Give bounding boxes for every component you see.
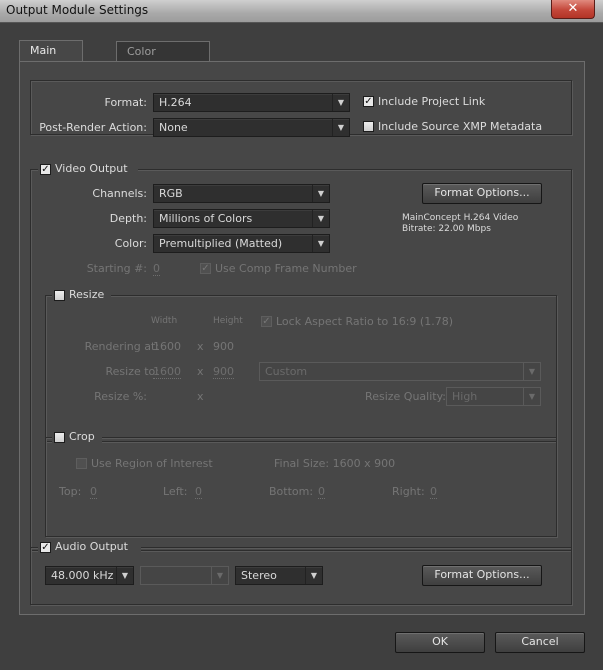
ok-button[interactable]: OK (395, 632, 485, 653)
resize-to-label: Resize to: (105, 365, 160, 378)
tab-color-management[interactable]: Color Management (116, 41, 211, 78)
starting-number-field[interactable]: 0 (153, 262, 160, 276)
bitrate-info: Bitrate: 22.00 Mbps (402, 224, 491, 234)
chevron-down-icon: ▼ (332, 94, 349, 111)
channels-dropdown[interactable]: RGB ▼ (153, 184, 330, 203)
close-button[interactable]: ✕ (551, 0, 595, 19)
resize-width-field[interactable]: 1600 (153, 365, 181, 379)
audio-bits-dropdown[interactable]: ▼ (140, 566, 229, 585)
channels-label: Channels: (92, 187, 147, 200)
video-output-checkbox[interactable]: ✓ (40, 164, 51, 175)
audio-rate-value: 48.000 kHz (51, 569, 114, 582)
post-render-label: Post-Render Action: (39, 121, 147, 134)
audio-output-legend: ✓ Audio Output (38, 540, 141, 554)
crop-legend: Crop (52, 430, 102, 444)
final-size-label: Final Size: 1600 x 900 (274, 457, 396, 470)
window-title: Output Module Settings (6, 3, 149, 17)
post-render-value: None (159, 121, 188, 134)
resize-percent-label: Resize %: (94, 390, 147, 403)
rendering-width: 1600 (153, 340, 181, 353)
chevron-down-icon: ▼ (116, 567, 133, 584)
resize-quality-dropdown[interactable]: High ▼ (446, 387, 541, 406)
crop-right-field[interactable]: 0 (430, 485, 437, 499)
rendering-at-label: Rendering at: (84, 340, 159, 353)
color-value: Premultiplied (Matted) (159, 237, 283, 250)
rendering-x: x (197, 340, 204, 353)
video-format-options-button[interactable]: Format Options... (422, 183, 542, 204)
format-label: Format: (104, 96, 147, 109)
crop-bottom-field[interactable]: 0 (318, 485, 325, 499)
color-label: Color: (114, 237, 147, 250)
cancel-button[interactable]: Cancel (495, 632, 585, 653)
width-column-header: Width (151, 316, 178, 326)
resize-quality-label: Resize Quality: (365, 390, 446, 403)
crop-top-label: Top: (59, 485, 82, 498)
depth-label: Depth: (109, 212, 147, 225)
resize-preset-dropdown[interactable]: Custom ▼ (259, 362, 541, 381)
include-project-link-label[interactable]: Include Project Link (378, 95, 485, 108)
chevron-down-icon: ▼ (305, 567, 322, 584)
chevron-down-icon: ▼ (211, 567, 228, 584)
chevron-down-icon: ▼ (312, 235, 329, 252)
resize-height-field[interactable]: 900 (213, 365, 234, 379)
use-comp-frame-label[interactable]: Use Comp Frame Number (215, 262, 357, 275)
resize-preset-value: Custom (265, 365, 308, 378)
use-roi-label[interactable]: Use Region of Interest (91, 457, 213, 470)
title-bar: Output Module Settings ✕ (0, 0, 603, 23)
audio-output-checkbox[interactable]: ✓ (40, 542, 51, 553)
chevron-down-icon: ▼ (523, 363, 540, 380)
codec-info: MainConcept H.264 Video (402, 213, 519, 223)
depth-dropdown[interactable]: Millions of Colors ▼ (153, 209, 330, 228)
crop-left-label: Left: (163, 485, 188, 498)
audio-channels-dropdown[interactable]: Stereo ▼ (235, 566, 323, 585)
height-column-header: Height (213, 316, 243, 326)
lock-aspect-label[interactable]: Lock Aspect Ratio to 16:9 (1.78) (276, 315, 453, 328)
use-roi-checkbox[interactable] (76, 458, 87, 469)
format-dropdown[interactable]: H.264 ▼ (153, 93, 350, 112)
use-comp-frame-checkbox[interactable]: ✓ (200, 263, 211, 274)
resize-checkbox[interactable] (54, 290, 65, 301)
chevron-down-icon: ▼ (523, 388, 540, 405)
audio-rate-dropdown[interactable]: 48.000 kHz ▼ (45, 566, 134, 585)
chevron-down-icon: ▼ (312, 185, 329, 202)
resize-label[interactable]: Resize (69, 288, 104, 301)
audio-format-options-button[interactable]: Format Options... (422, 565, 542, 586)
chevron-down-icon: ▼ (312, 210, 329, 227)
depth-value: Millions of Colors (159, 212, 253, 225)
crop-label[interactable]: Crop (69, 430, 95, 443)
format-value: H.264 (159, 96, 192, 109)
audio-output-label[interactable]: Audio Output (55, 540, 128, 553)
include-xmp-checkbox[interactable] (363, 121, 374, 132)
starting-number-label: Starting #: (86, 262, 147, 275)
rendering-height: 900 (213, 340, 234, 353)
main-options-panel: Format: H.264 ▼ Post-Render Action: None… (19, 61, 585, 615)
resize-x: x (197, 365, 204, 378)
dialog-body: Main Options Color Management Format: H.… (0, 23, 603, 670)
post-render-dropdown[interactable]: None ▼ (153, 118, 350, 137)
crop-left-field[interactable]: 0 (195, 485, 202, 499)
resize-percent-x: x (197, 390, 204, 403)
channels-value: RGB (159, 187, 183, 200)
resize-legend: Resize (52, 288, 111, 302)
video-output-label[interactable]: Video Output (55, 162, 128, 175)
audio-channels-value: Stereo (241, 569, 277, 582)
resize-quality-value: High (452, 390, 478, 403)
crop-checkbox[interactable] (54, 432, 65, 443)
chevron-down-icon: ▼ (332, 119, 349, 136)
include-xmp-label[interactable]: Include Source XMP Metadata (378, 120, 542, 133)
include-project-link-checkbox[interactable]: ✓ (363, 96, 374, 107)
color-dropdown[interactable]: Premultiplied (Matted) ▼ (153, 234, 330, 253)
crop-bottom-label: Bottom: (269, 485, 314, 498)
crop-top-field[interactable]: 0 (90, 485, 97, 499)
crop-right-label: Right: (392, 485, 425, 498)
tab-main-options[interactable]: Main Options (19, 40, 84, 77)
video-output-legend: ✓ Video Output (38, 162, 138, 176)
lock-aspect-checkbox[interactable]: ✓ (261, 316, 272, 327)
